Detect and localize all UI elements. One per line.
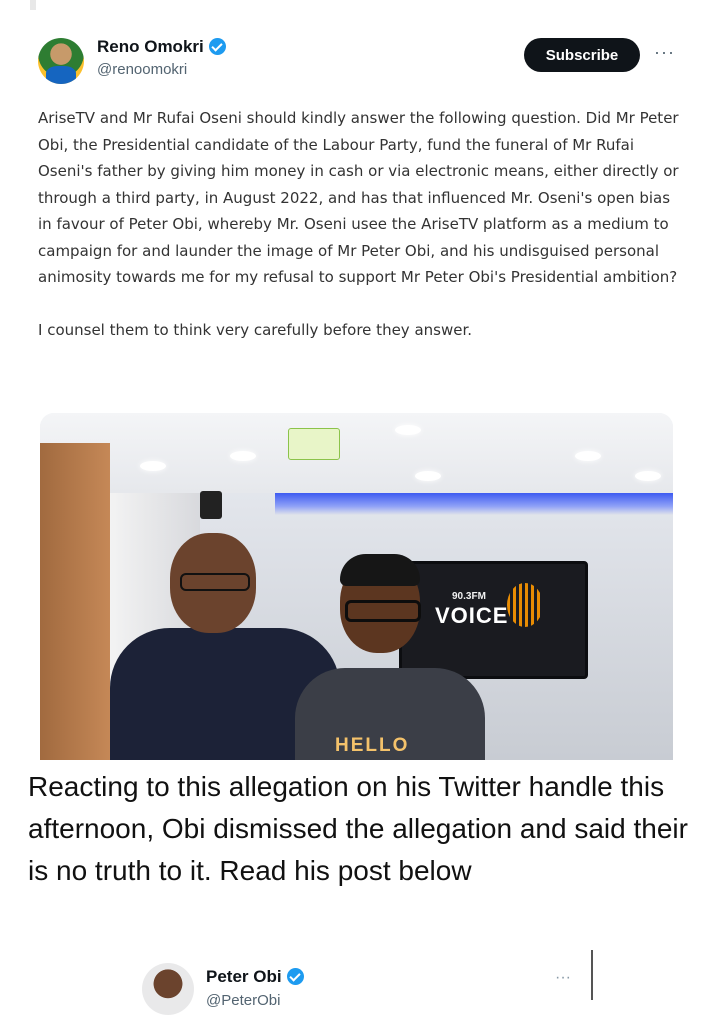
sound-wave-logo-icon [507,583,543,627]
person-right-hair [340,554,420,586]
person-right: HELLO [295,554,495,760]
top-divider [30,0,36,10]
embedded-tweet-card: Peter Obi @PeterObi ··· [0,940,717,1015]
glasses-icon [345,600,421,622]
author-handle[interactable]: @renoomokri [97,61,187,78]
shirt-text: HELLO [335,735,410,756]
author-name[interactable]: Reno Omokri [97,37,204,56]
author-name-row[interactable]: Peter Obi [206,967,304,987]
subscribe-button[interactable]: Subscribe [524,38,640,72]
security-camera [200,491,222,519]
ceiling-light [635,471,661,481]
more-options-icon[interactable]: ··· [555,969,571,987]
author-handle[interactable]: @PeterObi [206,992,280,1009]
ceiling-light [140,461,166,471]
watermark-sticker [288,428,340,460]
ceiling-light [230,451,256,461]
author-avatar[interactable] [38,38,84,84]
ceiling-light [575,451,601,461]
article-caption: Reacting to this allegation on his Twitt… [28,771,688,886]
tweet-text: AriseTV and Mr Rufai Oseni should kindly… [38,105,688,343]
author-name[interactable]: Peter Obi [206,967,282,986]
verified-badge-icon [286,968,304,985]
blue-light-strip [275,493,673,515]
author-name-row[interactable]: Reno Omokri [97,37,226,57]
ceiling-light [415,471,441,481]
vertical-divider [591,950,593,1000]
ceiling-light [395,425,421,435]
verified-badge-icon [208,38,226,55]
glasses-icon [180,573,250,591]
tweet-photo[interactable]: 90.3FM VOICE HELLO [40,413,673,760]
more-options-icon[interactable]: ··· [654,42,675,63]
tweet-paragraph: AriseTV and Mr Rufai Oseni should kindly… [38,109,679,286]
tweet-paragraph: I counsel them to think very carefully b… [38,320,473,339]
author-avatar[interactable] [142,963,194,1015]
